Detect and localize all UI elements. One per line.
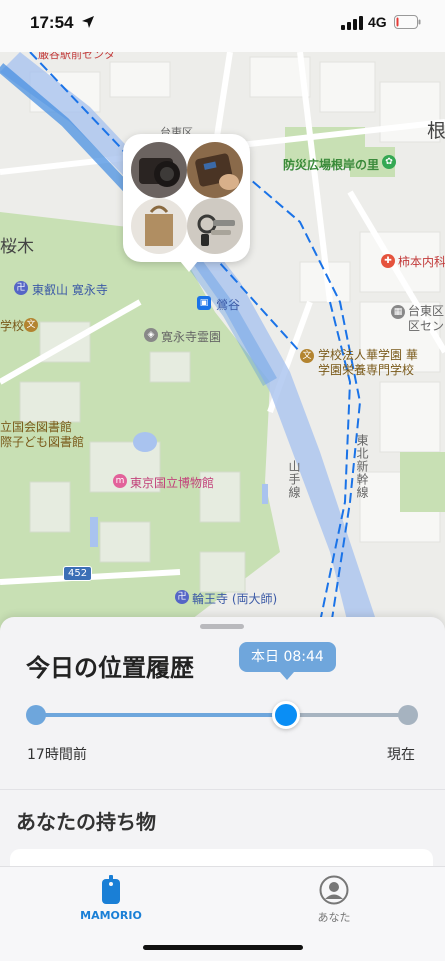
belongings-title: あなたの持ち物 xyxy=(16,810,156,834)
temple-pin-icon: 卍 xyxy=(14,281,28,295)
vocational-school-pin-icon: 文 xyxy=(300,349,314,363)
items-location-marker[interactable] xyxy=(123,134,250,272)
map-label-negishi: 根 xyxy=(427,120,445,142)
map-label-park: 防災広場根岸の里 xyxy=(283,158,380,172)
cemetery-pin-icon: ◈ xyxy=(144,328,158,342)
station-pin-icon: ▣ xyxy=(197,296,211,310)
map-label-vocational-2: 学園栄養専門学校 xyxy=(318,363,415,377)
history-slider-thumb[interactable] xyxy=(272,701,300,729)
map-label-uguisudani: 鶯谷 xyxy=(216,298,241,312)
history-slider-track-past[interactable] xyxy=(36,713,286,717)
item-photo-camera xyxy=(131,142,187,198)
location-history-sheet[interactable]: 今日の位置履歴 本日 08:44 17時間前 現在 あなたの持ち物 xyxy=(0,617,445,879)
building-pin-icon: ▦ xyxy=(391,305,405,319)
slider-end-label: 現在 xyxy=(387,747,415,763)
history-slider-track-future[interactable] xyxy=(286,713,408,717)
temple2-pin-icon: 卍 xyxy=(175,590,189,604)
network-type: 4G xyxy=(368,14,387,30)
camera-photo-icon xyxy=(131,142,187,198)
wallet-photo-icon xyxy=(187,142,243,198)
section-divider xyxy=(0,789,445,790)
history-slider-end-dot[interactable] xyxy=(398,705,418,725)
map-label-tohoku: 東北新幹線 xyxy=(355,434,369,499)
map-view[interactable]: 厳谷駅前センタ 台東区 根 防災広場根岸の里 ✿ ✚ 柿本内科 桜木 卍 東叡山… xyxy=(0,52,445,632)
keys-photo-icon xyxy=(187,198,243,254)
map-label-top-cut: 厳谷駅前センタ xyxy=(38,52,115,61)
map-label-sakuragi: 桜木 xyxy=(0,237,34,257)
map-label-taito-center2: 区セン xyxy=(408,319,445,333)
item-photo-wallet xyxy=(187,142,243,198)
slider-start-label: 17時間前 xyxy=(27,747,87,763)
clinic-pin-icon: ✚ xyxy=(381,254,395,268)
mamorio-tag-icon xyxy=(102,875,120,904)
tote-bag-photo-icon xyxy=(131,198,187,254)
school-pin-icon: 文 xyxy=(24,318,38,332)
map-label-kakimoto: 柿本内科 xyxy=(398,255,445,269)
map-label-museum: 東京国立博物館 xyxy=(130,476,215,490)
map-label-school: 学校 xyxy=(0,319,25,333)
map-label-kanneiji: 東叡山 寛永寺 xyxy=(32,283,108,297)
signal-bars-icon xyxy=(341,16,363,30)
sheet-drag-handle[interactable] xyxy=(200,624,244,629)
item-photo-tote-bag xyxy=(131,198,187,254)
status-time: 17:54 xyxy=(30,13,74,32)
history-title: 今日の位置履歴 xyxy=(26,654,194,682)
tab-mamorio[interactable]: MAMORIO xyxy=(51,875,171,925)
location-arrow-icon xyxy=(82,16,94,28)
item-photo-keys xyxy=(187,198,243,254)
map-label-yamanote: 山手線 xyxy=(287,460,301,499)
history-slider-start-dot[interactable] xyxy=(26,705,46,725)
park-pin-icon: ✿ xyxy=(382,155,396,169)
status-bar: 17:54 4G xyxy=(0,0,445,52)
museum-pin-icon: m xyxy=(113,474,127,488)
time-bubble: 本日 08:44 xyxy=(239,642,336,680)
tab-you[interactable]: あなた xyxy=(274,875,394,925)
tab-mamorio-label: MAMORIO xyxy=(80,909,142,922)
battery-icon xyxy=(394,15,421,29)
home-indicator[interactable] xyxy=(143,945,303,950)
map-label-kanneiji-cemetery: 寛永寺霊園 xyxy=(161,330,222,344)
tab-you-label: あなた xyxy=(317,911,351,924)
route-shield: 452 xyxy=(63,566,93,581)
map-label-rinnoji: 輪王寺 (両大師) xyxy=(192,592,278,606)
map-label-library-2: 際子ども図書館 xyxy=(0,435,85,449)
person-icon xyxy=(319,875,349,905)
